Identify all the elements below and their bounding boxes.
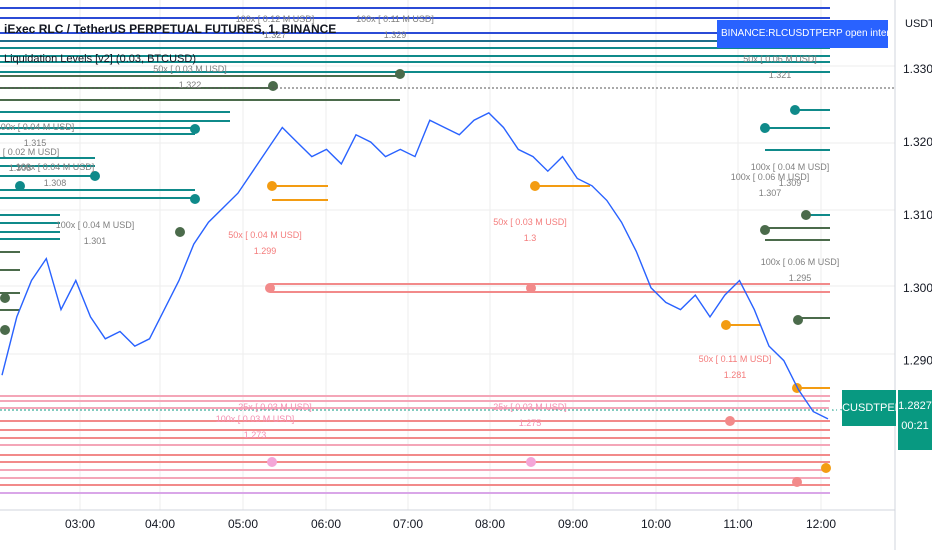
liquidation-label: 25x [ 0.03 M USD] <box>493 402 567 412</box>
x-tick-label: 10:00 <box>641 517 671 531</box>
x-tick-label: 06:00 <box>311 517 341 531</box>
liquidation-price: 1.308 <box>44 178 67 188</box>
liquidation-label: 100x [ 0.04 M USD] <box>0 122 74 132</box>
open-interest-label: BINANCE:RLCUSDTPERP open interest data: … <box>717 20 888 48</box>
y-tick-label: 1.3300 <box>903 62 932 76</box>
liquidation-price: 1.3 <box>524 233 537 243</box>
level-markers <box>0 69 831 487</box>
x-tick-label: 03:00 <box>65 517 95 531</box>
liquidation-label: 50x [ 0.03 M USD] <box>493 217 567 227</box>
y-tick-label: 1.2900 <box>903 354 932 368</box>
last-price: 1.2827 <box>898 400 932 412</box>
chart-canvas[interactable]: 100x [ 0.11 M USD]1.329100x [ 0.12 M USD… <box>0 0 932 550</box>
symbol-badge: RLCUSDTPERP <box>828 390 910 426</box>
x-tick-label: 09:00 <box>558 517 588 531</box>
liquidation-label: 100x [ 0.06 M USD] <box>761 257 840 267</box>
liquidation-label: 50x [ 0.04 M USD] <box>228 230 302 240</box>
liquidation-label: 100x [ 0.11 M USD] <box>356 14 434 24</box>
y-tick-label: 1.3000 <box>903 281 932 295</box>
x-axis-ticks: 03:00 04:00 05:00 06:00 07:00 08:00 09:00 10:00… <box>65 517 836 531</box>
liquidation-label: 50x [ 0.06 M USD] <box>743 54 817 64</box>
liquidation-price: 1.329 <box>384 30 407 40</box>
orange-lines <box>272 185 830 469</box>
liquidation-label: 100x [ 0.04 M USD] <box>751 162 830 172</box>
liquidation-price: 1.295 <box>789 273 812 283</box>
price-badge: 1.2827 00:21 <box>898 390 932 450</box>
liquidation-label: 25x [ 0.03 M USD] <box>238 402 312 412</box>
price-series-line <box>1 112 829 420</box>
liquidation-label: 50x [ 0.11 M USD] <box>699 354 772 364</box>
liquidation-price: 1.321 <box>769 70 792 80</box>
liquidation-label: 100x [ 0.02 M USD] <box>0 147 59 157</box>
liquidation-label: 100x [ 0.06 M USD] <box>731 172 810 182</box>
liquidation-label: 50x [ 0.03 M USD] <box>153 64 227 74</box>
x-tick-label: 08:00 <box>475 517 505 531</box>
liquidation-label: 100x [ 0.03 M USD] <box>216 414 295 424</box>
x-tick-label: 04:00 <box>145 517 175 531</box>
currency-label: USDT <box>905 18 932 30</box>
x-tick-label: 07:00 <box>393 517 423 531</box>
x-tick-label: 12:00 <box>806 517 836 531</box>
y-tick-label: 1.3200 <box>903 135 932 149</box>
y-axis-ticks: 1.3300 1.3200 1.3100 1.3000 1.2900 <box>903 62 932 367</box>
liquidation-label: 100x [ 0.04 M USD] <box>56 220 135 230</box>
liquidation-price: 1.322 <box>179 80 202 90</box>
liquidation-price: 1.275 <box>519 418 542 428</box>
liquidation-price: 1.273 <box>244 430 267 440</box>
indicator-title[interactable]: Liquidation Levels [v2] (0.03, BTCUSD) <box>4 53 196 65</box>
symbol-title: iExec RLC / TetherUS PERPETUAL FUTURES, … <box>4 22 337 36</box>
x-tick-label: 11:00 <box>723 517 752 531</box>
liquidation-price: 1.301 <box>84 236 107 246</box>
x-tick-label: 05:00 <box>228 517 258 531</box>
y-tick-label: 1.3100 <box>903 208 932 222</box>
liquidation-price: 1.308 <box>9 163 32 173</box>
liquidation-price: 1.299 <box>254 246 277 256</box>
liquidation-price: 1.307 <box>759 188 782 198</box>
liquidation-lines-bottom <box>0 283 830 494</box>
liquidation-labels: 100x [ 0.11 M USD]1.329100x [ 0.12 M USD… <box>0 14 839 440</box>
bar-countdown: 00:21 <box>901 420 929 432</box>
liquidation-price: 1.281 <box>724 370 747 380</box>
